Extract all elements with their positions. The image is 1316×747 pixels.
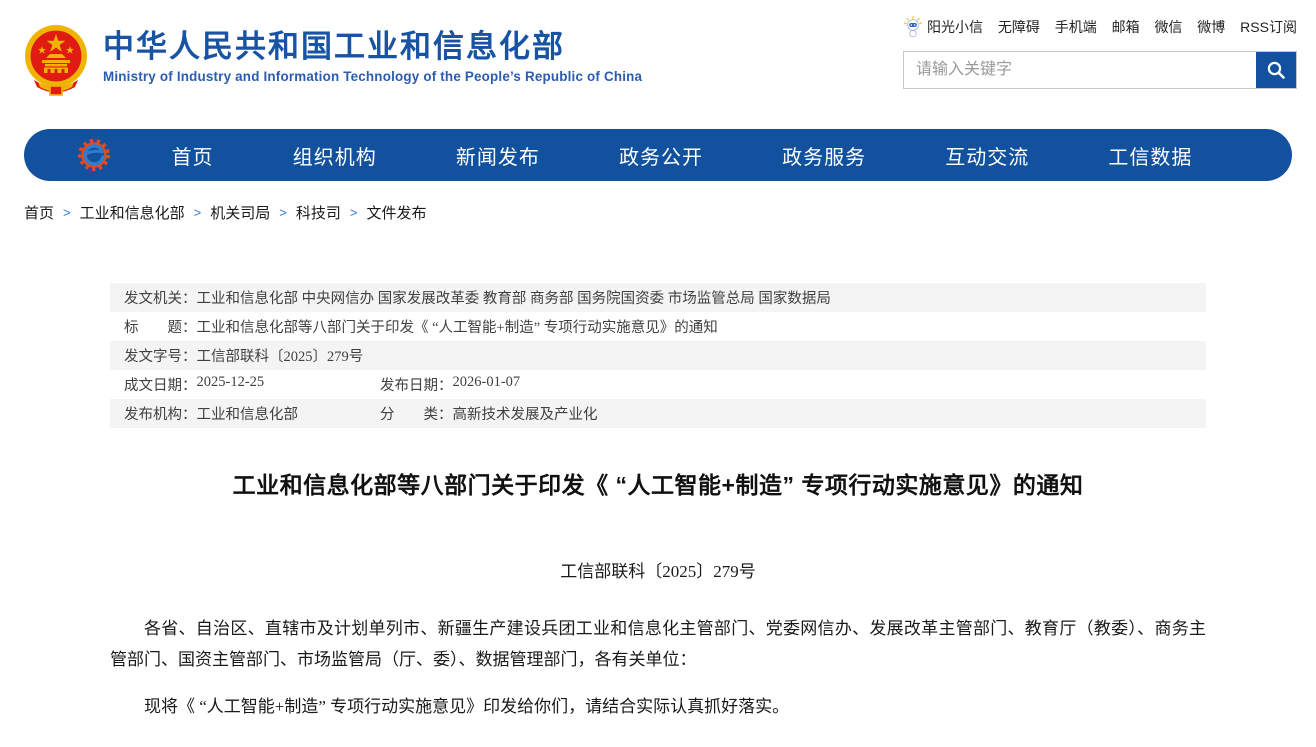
meta-value: 2026-01-07	[453, 374, 521, 395]
top-link-label: 阳光小信	[927, 17, 983, 37]
top-link-label: 手机端	[1055, 17, 1097, 37]
top-link-accessibility[interactable]: 无障碍	[998, 17, 1040, 37]
brand-text: 中华人民共和国工业和信息化部 Ministry of Industry and …	[103, 22, 642, 84]
top-link-mail[interactable]: 邮箱	[1112, 17, 1140, 37]
nav-item-miit-data[interactable]: 工信数据	[1108, 141, 1192, 170]
meta-cell: 标 题： 工业和信息化部等八部门关于印发《 “人工智能+制造” 专项行动实施意见…	[124, 316, 718, 337]
document-meta-table: 发文机关： 工业和信息化部 中央网信办 国家发展改革委 教育部 商务部 国务院国…	[110, 283, 1206, 428]
top-link-label: 邮箱	[1112, 17, 1140, 37]
article-paragraph: 现将《 “人工智能+制造” 专项行动实施意见》印发给你们，请结合实际认真抓好落实…	[110, 691, 1206, 722]
meta-value: 工业和信息化部	[197, 403, 299, 424]
site-title: 中华人民共和国工业和信息化部	[103, 30, 642, 64]
header-right: 阳光小信 无障碍 手机端 邮箱 微信 微博 RSS订阅	[903, 16, 1297, 89]
top-link-wechat[interactable]: 微信	[1154, 17, 1182, 37]
main-nav: 首页 组织机构 新闻发布 政务公开 政务服务 互动交流 工信数据	[24, 129, 1292, 181]
top-link-mobile[interactable]: 手机端	[1055, 17, 1097, 37]
meta-value: 工业和信息化部等八部门关于印发《 “人工智能+制造” 专项行动实施意见》的通知	[197, 316, 718, 337]
meta-row-dates: 成文日期： 2025-12-25 发布日期： 2026-01-07	[110, 370, 1206, 399]
nav-item-news[interactable]: 新闻发布	[456, 141, 540, 170]
top-link-label: 微博	[1197, 17, 1225, 37]
meta-cell: 发文字号： 工信部联科〔2025〕279号	[124, 345, 363, 366]
top-link-label: RSS订阅	[1240, 17, 1297, 37]
search-input[interactable]	[904, 52, 1256, 88]
search-box	[903, 51, 1297, 89]
meta-value: 工业和信息化部 中央网信办 国家发展改革委 教育部 商务部 国务院国资委 市场监…	[197, 287, 831, 308]
breadcrumb-science-tech[interactable]: 科技司	[296, 202, 341, 223]
article-paragraph: 各省、自治区、直辖市及计划单列市、新疆生产建设兵团工业和信息化主管部门、党委网信…	[110, 613, 1206, 675]
meta-cell: 发文机关： 工业和信息化部 中央网信办 国家发展改革委 教育部 商务部 国务院国…	[124, 287, 831, 308]
breadcrumb-separator: >	[350, 205, 358, 220]
meta-label: 发文字号：	[124, 345, 197, 366]
top-links: 阳光小信 无障碍 手机端 邮箱 微信 微博 RSS订阅	[903, 16, 1297, 38]
article-title: 工业和信息化部等八部门关于印发《 “人工智能+制造” 专项行动实施意见》的通知	[60, 466, 1256, 500]
nav-item-interaction[interactable]: 互动交流	[945, 141, 1029, 170]
breadcrumb-separator: >	[194, 205, 202, 220]
nav-items: 首页 组织机构 新闻发布 政务公开 政务服务 互动交流 工信数据	[132, 141, 1232, 170]
breadcrumb-separator: >	[63, 205, 71, 220]
meta-label: 分 类：	[380, 403, 453, 424]
meta-row-title: 标 题： 工业和信息化部等八部门关于印发《 “人工智能+制造” 专项行动实施意见…	[110, 312, 1206, 341]
site-header: 中华人民共和国工业和信息化部 Ministry of Industry and …	[0, 0, 1316, 125]
meta-label: 发布日期：	[380, 374, 453, 395]
meta-cell: 发布机构： 工业和信息化部	[124, 403, 380, 424]
breadcrumb-miit[interactable]: 工业和信息化部	[80, 202, 185, 223]
breadcrumb-departments[interactable]: 机关司局	[210, 202, 270, 223]
meta-cell: 成文日期： 2025-12-25	[124, 374, 380, 395]
meta-value: 2025-12-25	[197, 374, 265, 395]
robot-mascot-icon	[903, 16, 923, 38]
miit-gear-logo-icon	[76, 137, 112, 173]
meta-value: 工信部联科〔2025〕279号	[197, 345, 364, 366]
site-brand: 中华人民共和国工业和信息化部 Ministry of Industry and …	[24, 22, 642, 100]
national-emblem-icon	[24, 22, 88, 100]
meta-label: 标 题：	[124, 316, 197, 337]
top-link-label: 微信	[1154, 17, 1182, 37]
search-button[interactable]	[1256, 52, 1296, 88]
nav-item-home[interactable]: 首页	[172, 141, 214, 170]
meta-cell: 分 类： 高新技术发展及产业化	[380, 403, 598, 424]
nav-item-gov-services[interactable]: 政务服务	[782, 141, 866, 170]
top-link-sunshine[interactable]: 阳光小信	[903, 16, 983, 38]
nav-item-organization[interactable]: 组织机构	[293, 141, 377, 170]
breadcrumb-home[interactable]: 首页	[24, 202, 54, 223]
nav-item-gov-disclosure[interactable]: 政务公开	[619, 141, 703, 170]
top-link-weibo[interactable]: 微博	[1197, 17, 1225, 37]
top-link-rss[interactable]: RSS订阅	[1240, 17, 1297, 37]
meta-label: 发布机构：	[124, 403, 197, 424]
article-body: 各省、自治区、直辖市及计划单列市、新疆生产建设兵团工业和信息化主管部门、党委网信…	[110, 613, 1206, 722]
meta-row-doc-number: 发文字号： 工信部联科〔2025〕279号	[110, 341, 1206, 370]
site-subtitle: Ministry of Industry and Information Tec…	[103, 69, 642, 84]
breadcrumb: 首页 > 工业和信息化部 > 机关司局 > 科技司 > 文件发布	[24, 202, 1316, 223]
meta-label: 成文日期：	[124, 374, 197, 395]
article-doc-number: 工信部联科〔2025〕279号	[0, 557, 1316, 582]
meta-row-issuing-authority: 发文机关： 工业和信息化部 中央网信办 国家发展改革委 教育部 商务部 国务院国…	[110, 283, 1206, 312]
meta-label: 发文机关：	[124, 287, 197, 308]
top-link-label: 无障碍	[998, 17, 1040, 37]
breadcrumb-document-release[interactable]: 文件发布	[366, 202, 426, 223]
breadcrumb-separator: >	[279, 205, 287, 220]
meta-value: 高新技术发展及产业化	[453, 403, 598, 424]
meta-cell: 发布日期： 2026-01-07	[380, 374, 520, 395]
search-icon	[1266, 60, 1286, 80]
meta-row-publisher-category: 发布机构： 工业和信息化部 分 类： 高新技术发展及产业化	[110, 399, 1206, 428]
